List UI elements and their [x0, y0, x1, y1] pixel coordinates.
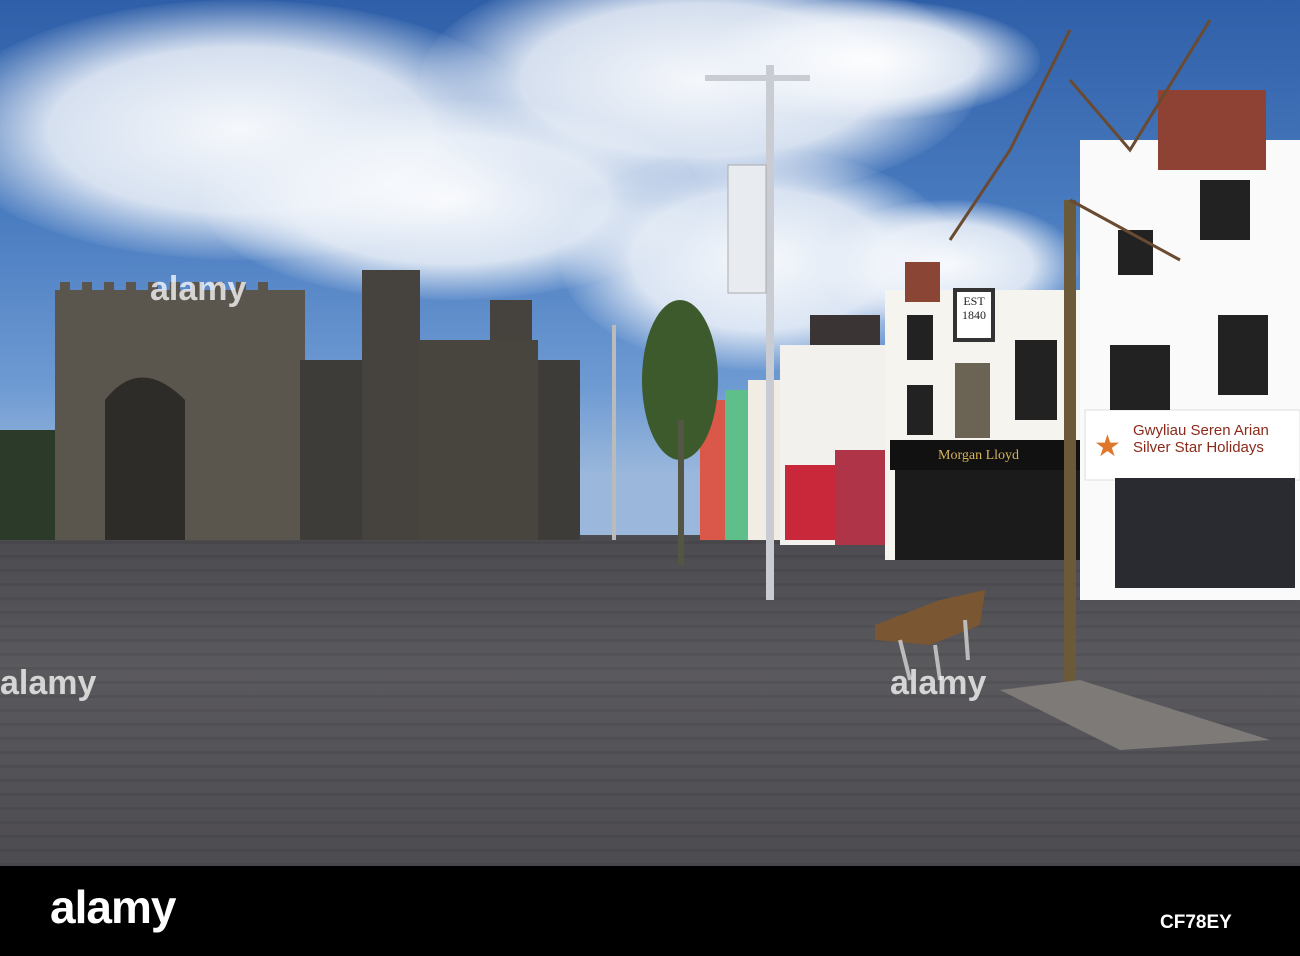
watermark: alamy — [0, 664, 97, 702]
tree-trunk — [1064, 200, 1076, 705]
image-id: CF78EY — [1160, 912, 1232, 933]
footer-bar — [0, 866, 1300, 956]
alamy-logo: alamy — [50, 881, 176, 933]
year-label: 1840 — [962, 308, 986, 322]
photo-scene: EST 1840 Morgan Lloyd ★ Gwyliau Seren Ar… — [0, 0, 1300, 866]
watermark: alamy — [890, 664, 987, 702]
shop-sign-line2: Silver Star Holidays — [1133, 439, 1264, 456]
castle — [55, 270, 580, 540]
est-label: EST — [963, 294, 985, 308]
pub-sign: Morgan Lloyd — [938, 448, 1020, 463]
est-sign: EST 1840 — [958, 294, 990, 322]
lamp-post — [766, 65, 774, 600]
shop-sign-line1: Gwyliau Seren Arian — [1133, 422, 1269, 439]
star-icon: ★ — [1094, 430, 1121, 463]
bench — [875, 590, 985, 645]
watermark: alamy — [150, 270, 247, 308]
shop-sign: Gwyliau Seren Arian Silver Star Holidays — [1133, 422, 1269, 456]
